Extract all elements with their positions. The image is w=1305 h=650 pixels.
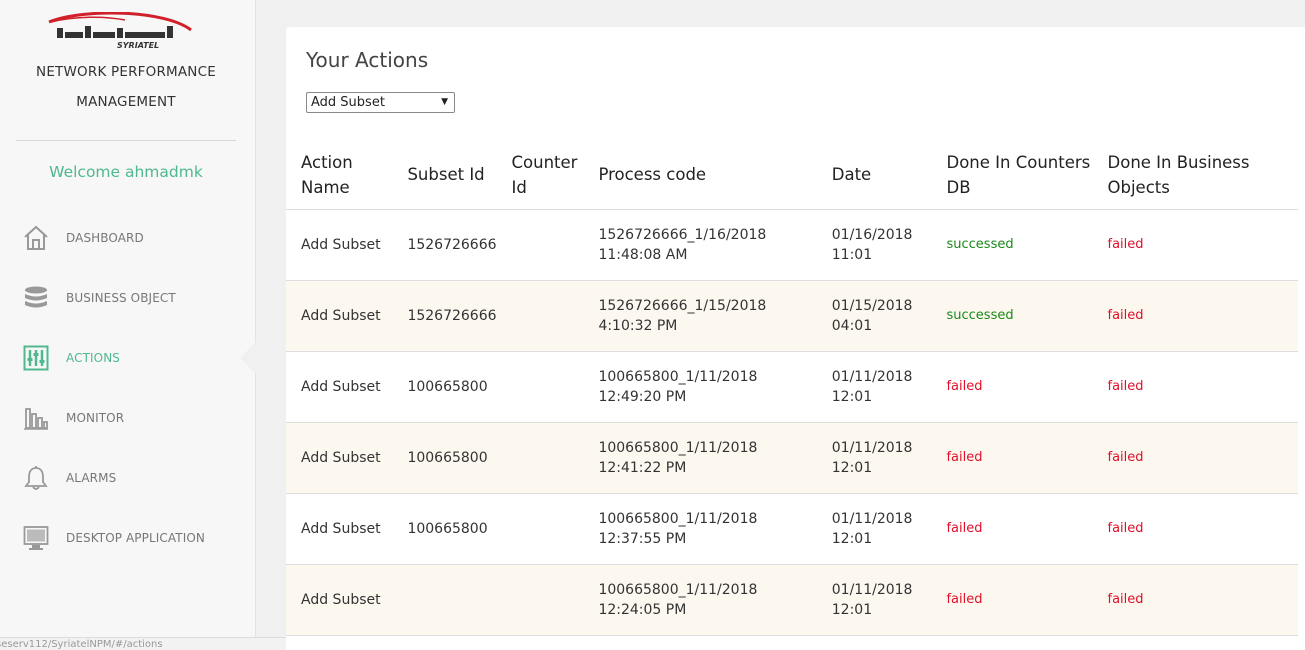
cell-process-code: 1526726666_1/16/2018 11:48:08 AM — [583, 209, 817, 281]
cell-date: 01/11/2018 12:01 — [816, 564, 932, 636]
cell-business-status: failed — [1092, 351, 1298, 423]
actions-panel: Your Actions Add Subset ▼ Action Name Su… — [286, 27, 1305, 650]
cell-business-status: failed — [1092, 493, 1298, 565]
cell-business-status: failed — [1092, 280, 1298, 352]
cell-process-code: 100665800_1/11/2018 12:37:55 PM — [583, 493, 817, 565]
cell-counter-id — [496, 280, 584, 352]
syriatel-logo: SYRIATEL — [48, 12, 192, 50]
chevron-down-icon: ▼ — [441, 97, 448, 107]
cell-subset-id: 1526726666 — [392, 209, 497, 281]
sidebar-item-label: ACTIONS — [66, 351, 120, 365]
table-row: Add Subset 1526726666 1526726666_1/15/20… — [286, 280, 1298, 352]
brand-line-1: NETWORK PERFORMANCE — [36, 64, 216, 80]
cell-action: Add Subset — [286, 280, 393, 352]
home-icon — [22, 224, 50, 252]
cell-action: Add Subset — [286, 564, 393, 636]
cell-subset-id: 100665800 — [392, 351, 497, 423]
cell-counter-id — [496, 422, 584, 494]
column-header[interactable]: Process code — [583, 141, 817, 210]
cell-counters-db-status: failed — [931, 493, 1093, 565]
cell-business-status: failed — [1092, 564, 1298, 636]
cell-counter-id — [496, 209, 584, 281]
cell-counters-db-status: failed — [931, 351, 1093, 423]
sidebar-item-dashboard[interactable]: DASHBOARD — [22, 223, 252, 253]
action-type-select[interactable]: Add Subset ▼ — [306, 92, 455, 113]
cell-date: 01/15/2018 04:01 — [816, 280, 932, 352]
cell-process-code: 100665800_1/11/2018 12:41:22 PM — [583, 422, 817, 494]
svg-text:SYRIATEL: SYRIATEL — [117, 41, 159, 50]
cell-date: 01/11/2018 12:01 — [816, 422, 932, 494]
column-header[interactable]: Done In Counters DB — [931, 141, 1093, 210]
column-header[interactable]: Counter Id — [496, 141, 584, 210]
sidebar-divider — [16, 140, 236, 141]
sidebar-item-label: MONITOR — [66, 411, 125, 425]
column-header[interactable]: Date — [816, 141, 932, 210]
brand-line-2: MANAGEMENT — [76, 94, 176, 110]
cell-date: 01/16/2018 11:01 — [816, 209, 932, 281]
cell-subset-id: 100665800 — [392, 493, 497, 565]
cell-subset-id — [392, 564, 497, 636]
cell-business-status: failed — [1092, 422, 1298, 494]
active-indicator — [240, 342, 256, 374]
table-row: Add Subset 100665800 100665800_1/11/2018… — [286, 422, 1298, 494]
sidebar: SYRIATEL NETWORK PERFORMANCE MANAGEMENT … — [0, 0, 256, 650]
cell-subset-id: 100665800 — [392, 422, 497, 494]
cell-process-code: 100665800_1/11/2018 12:49:20 PM — [583, 351, 817, 423]
actions-table: Action Name Subset Id Counter Id Process… — [286, 141, 1298, 636]
table-row: Add Subset 1526726666 1526726666_1/16/20… — [286, 209, 1298, 281]
welcome-text: Welcome ahmadmk — [49, 163, 203, 181]
cell-subset-id: 1526726666 — [392, 280, 497, 352]
cell-counters-db-status: successed — [931, 280, 1093, 352]
cell-date: 01/11/2018 12:01 — [816, 493, 932, 565]
table-row: Add Subset 100665800_1/11/2018 12:24:05 … — [286, 564, 1298, 636]
column-header[interactable]: Action Name — [286, 141, 393, 210]
column-header[interactable]: Done In Business Objects — [1092, 141, 1298, 210]
table-row: Add Subset 100665800 100665800_1/11/2018… — [286, 493, 1298, 565]
select-value: Add Subset — [311, 95, 385, 110]
cell-date: 01/11/2018 12:01 — [816, 351, 932, 423]
page-title: Your Actions — [306, 48, 429, 72]
sidebar-item-label: DESKTOP APPLICATION — [66, 531, 205, 545]
sidebar-item-label: ALARMS — [66, 471, 117, 485]
sidebar-item-monitor[interactable]: MONITOR — [22, 403, 252, 433]
sidebar-item-business-object[interactable]: BUSINESS OBJECT — [22, 283, 252, 313]
sidebar-item-desktop-application[interactable]: DESKTOP APPLICATION — [22, 523, 252, 553]
sliders-icon — [22, 344, 50, 372]
cell-counter-id — [496, 564, 584, 636]
monitor-icon — [22, 524, 50, 552]
column-header[interactable]: Subset Id — [392, 141, 497, 210]
cell-action: Add Subset — [286, 351, 393, 423]
cell-counters-db-status: failed — [931, 422, 1093, 494]
bar-chart-icon — [22, 404, 50, 432]
table-header-row: Action Name Subset Id Counter Id Process… — [286, 141, 1298, 210]
cell-action: Add Subset — [286, 493, 393, 565]
cell-counter-id — [496, 351, 584, 423]
table-row: Add Subset 100665800 100665800_1/11/2018… — [286, 351, 1298, 423]
cell-counters-db-status: failed — [931, 564, 1093, 636]
cell-counter-id — [496, 493, 584, 565]
database-icon — [22, 284, 50, 312]
cell-action: Add Subset — [286, 209, 393, 281]
sidebar-item-label: BUSINESS OBJECT — [66, 291, 176, 305]
cell-process-code: 1526726666_1/15/2018 4:10:32 PM — [583, 280, 817, 352]
sidebar-item-alarms[interactable]: ALARMS — [22, 463, 252, 493]
cell-action: Add Subset — [286, 422, 393, 494]
cell-business-status: failed — [1092, 209, 1298, 281]
cell-process-code: 100665800_1/11/2018 12:24:05 PM — [583, 564, 817, 636]
bell-icon — [22, 464, 50, 492]
sidebar-item-actions[interactable]: ACTIONS — [22, 343, 252, 373]
sidebar-item-label: DASHBOARD — [66, 231, 144, 245]
cell-counters-db-status: successed — [931, 209, 1093, 281]
